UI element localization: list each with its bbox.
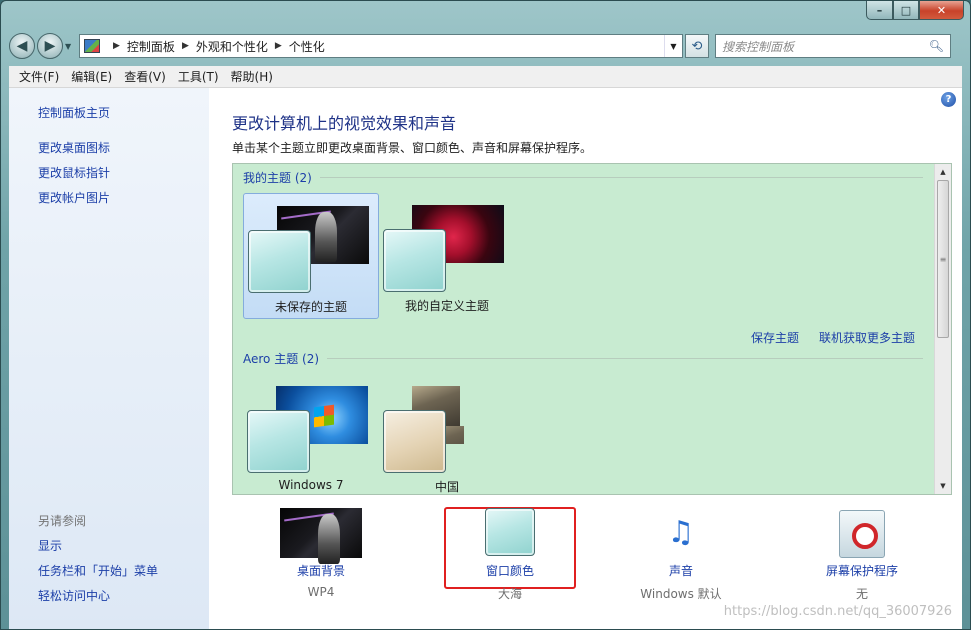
screen-saver-value: 无 <box>855 587 868 601</box>
window-color-item[interactable]: 窗口颜色 大海 <box>440 508 580 602</box>
close-button[interactable]: ✕ <box>919 1 964 20</box>
sidebar-taskbar-start-menu[interactable]: 任务栏和「开始」菜单 <box>38 562 158 579</box>
menu-edit[interactable]: 编辑(E) <box>65 68 118 85</box>
sounds-value: Windows 默认 <box>640 587 722 601</box>
search-input[interactable]: 搜索控制面板 🔍︎ <box>715 34 951 58</box>
sounds-item[interactable]: ♫ 声音 Windows 默认 <box>611 508 751 602</box>
forward-button[interactable]: ▶ <box>37 33 63 59</box>
refresh-icon: ⟲ <box>691 38 703 54</box>
breadcrumb: ▶ 控制面板 ▶ 外观和个性化 ▶ 个性化 <box>106 38 325 55</box>
scroll-down-icon[interactable]: ▼ <box>935 478 951 494</box>
sidebar-ease-of-access[interactable]: 轻松访问中心 <box>38 587 110 604</box>
back-button[interactable]: ◀ <box>9 33 35 59</box>
scroll-up-icon[interactable]: ▲ <box>935 164 951 180</box>
get-more-themes-link[interactable]: 联机获取更多主题 <box>819 329 915 346</box>
see-also-title: 另请参阅 <box>38 514 87 528</box>
menu-view[interactable]: 查看(V) <box>118 68 172 85</box>
desktop-background-value: WP4 <box>307 585 335 599</box>
theme-list: 我的主题 (2) 未保存的主题 我的自定义主题 保存主题 联机获取更多主题 Ae… <box>232 163 952 495</box>
save-theme-link[interactable]: 保存主题 <box>751 329 799 346</box>
windows-logo-icon <box>314 404 334 428</box>
content-area: 控制面板主页 更改桌面图标 更改鼠标指针 更改帐户图片 另请参阅 显示 任务栏和… <box>9 88 962 629</box>
main-panel: ? 更改计算机上的视觉效果和声音 单击某个主题立即更改桌面背景、窗口颜色、声音和… <box>209 88 962 629</box>
page-title: 更改计算机上的视觉效果和声音 <box>232 114 457 133</box>
breadcrumb-arrow-icon[interactable]: ▶ <box>275 41 282 51</box>
window: – □ ✕ ◀ ▶ ▼ ▶ 控制面板 ▶ 外观和个性化 ▶ 个性化 ▼ ⟲ 搜索… <box>0 0 971 630</box>
menu-tools[interactable]: 工具(T) <box>172 68 225 85</box>
wallpaper-figure <box>315 212 337 262</box>
menu-bar: 文件(F) 编辑(E) 查看(V) 工具(T) 帮助(H) <box>9 66 962 88</box>
theme-unsaved-color-swatch <box>248 230 311 293</box>
no-sign-icon <box>852 523 878 549</box>
sidebar: 控制面板主页 更改桌面图标 更改鼠标指针 更改帐户图片 另请参阅 显示 任务栏和… <box>9 88 209 629</box>
theme-windows7-color-swatch <box>247 410 310 473</box>
window-color-value: 大海 <box>497 587 522 601</box>
recent-pages-dropdown-icon[interactable]: ▼ <box>65 42 75 51</box>
theme-china[interactable]: 中国 <box>379 374 515 494</box>
sidebar-change-desktop-icons[interactable]: 更改桌面图标 <box>38 139 110 156</box>
caption-buttons: – □ ✕ <box>866 1 964 20</box>
theme-china-color-swatch <box>383 410 446 473</box>
watermark-text: https://blog.csdn.net/qq_36007926 <box>723 604 952 619</box>
maximize-button[interactable]: □ <box>893 1 919 20</box>
screen-saver-item[interactable]: 屏幕保护程序 无 <box>792 508 932 602</box>
theme-windows7[interactable]: Windows 7 <box>243 374 379 494</box>
breadcrumb-arrow-icon[interactable]: ▶ <box>113 41 120 51</box>
sounds-icon: ♫ <box>667 515 695 550</box>
address-dropdown-icon[interactable]: ▼ <box>664 35 682 57</box>
menu-file[interactable]: 文件(F) <box>13 68 65 85</box>
breadcrumb-item-appearance[interactable]: 外观和个性化 <box>196 38 268 55</box>
theme-unsaved[interactable]: 未保存的主题 <box>243 193 379 319</box>
theme-unsaved-label: 未保存的主题 <box>274 300 347 314</box>
sidebar-display[interactable]: 显示 <box>38 537 62 554</box>
my-themes-header[interactable]: 我的主题 (2) <box>243 169 923 186</box>
control-panel-icon <box>84 39 100 53</box>
sidebar-change-account-picture[interactable]: 更改帐户图片 <box>38 189 110 206</box>
desktop-background-item[interactable]: 桌面背景 WP4 <box>251 508 391 599</box>
menu-help[interactable]: 帮助(H) <box>225 68 279 85</box>
page-description: 单击某个主题立即更改桌面背景、窗口颜色、声音和屏幕保护程序。 <box>232 141 593 155</box>
window-color-thumbnail <box>485 508 535 558</box>
window-color-label: 窗口颜色 <box>485 564 534 578</box>
window-color-swatch <box>485 508 535 556</box>
theme-my-custom-color-swatch <box>383 229 446 292</box>
search-icon[interactable]: 🔍︎ <box>929 39 944 53</box>
screen-saver-label: 屏幕保护程序 <box>825 564 898 578</box>
search-placeholder: 搜索控制面板 <box>722 39 795 54</box>
sidebar-change-mouse-pointers[interactable]: 更改鼠标指针 <box>38 164 110 181</box>
minimize-button[interactable]: – <box>866 1 893 20</box>
navigation-bar: ◀ ▶ ▼ ▶ 控制面板 ▶ 外观和个性化 ▶ 个性化 ▼ ⟲ 搜索控制面板 🔍… <box>9 31 962 61</box>
theme-list-scrollbar[interactable]: ▲ ≡ ▼ <box>934 164 951 494</box>
breadcrumb-arrow-icon[interactable]: ▶ <box>182 41 189 51</box>
scroll-thumb[interactable]: ≡ <box>937 180 949 338</box>
breadcrumb-item-control-panel[interactable]: 控制面板 <box>127 38 175 55</box>
breadcrumb-item-personalization[interactable]: 个性化 <box>289 38 325 55</box>
address-bar[interactable]: ▶ 控制面板 ▶ 外观和个性化 ▶ 个性化 ▼ <box>79 34 683 58</box>
theme-my-custom[interactable]: 我的自定义主题 <box>379 193 515 319</box>
desktop-background-label: 桌面背景 <box>296 564 345 578</box>
help-icon[interactable]: ? <box>941 92 956 107</box>
theme-windows7-label: Windows 7 <box>278 478 344 492</box>
wallpaper-figure <box>318 514 340 564</box>
desktop-background-thumbnail <box>280 508 362 564</box>
sidebar-control-panel-home[interactable]: 控制面板主页 <box>38 104 110 121</box>
aero-themes-header[interactable]: Aero 主题 (2) <box>243 350 923 367</box>
sounds-label: 声音 <box>668 564 693 578</box>
theme-my-custom-label: 我的自定义主题 <box>404 299 489 313</box>
screen-saver-thumbnail <box>839 510 885 558</box>
theme-china-label: 中国 <box>434 480 459 494</box>
refresh-button[interactable]: ⟲ <box>685 34 709 58</box>
